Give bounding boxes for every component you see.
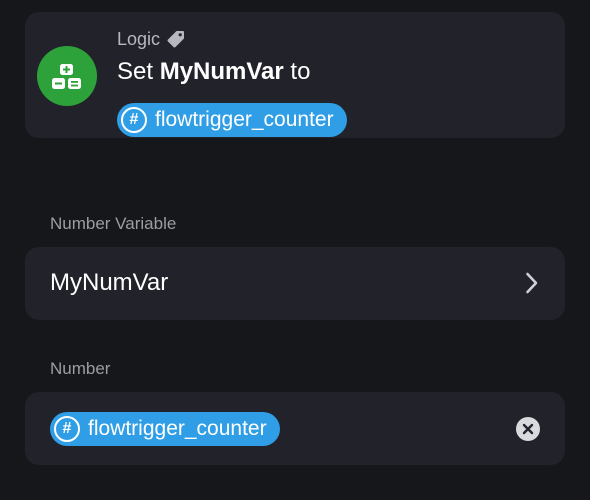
hash-icon: #	[54, 416, 80, 442]
number-token-label: flowtrigger_counter	[88, 417, 267, 440]
number-variable-selector[interactable]: MyNumVar	[25, 247, 565, 320]
number-field[interactable]: # flowtrigger_counter	[25, 392, 565, 465]
header-token-label: flowtrigger_counter	[155, 108, 334, 131]
hash-icon: #	[121, 107, 147, 133]
clear-button[interactable]	[516, 417, 540, 441]
number-token-chip[interactable]: # flowtrigger_counter	[50, 412, 280, 446]
action-title: Set MyNumVar to	[117, 57, 310, 87]
title-suffix: to	[290, 58, 311, 85]
category-row: Logic	[117, 27, 186, 51]
close-icon	[522, 423, 534, 435]
number-variable-label: Number Variable	[50, 214, 177, 233]
title-variable: MyNumVar	[159, 58, 284, 85]
number-variable-value: MyNumVar	[50, 269, 169, 296]
category-label: Logic	[117, 28, 161, 49]
chevron-right-icon	[525, 271, 539, 300]
calculator-icon	[37, 46, 97, 106]
flow-card-editor: Logic Set MyNumVar to # flowtrigger_coun…	[0, 0, 590, 500]
tag-icon	[166, 29, 186, 49]
title-prefix: Set	[117, 58, 154, 85]
action-summary-card: Logic Set MyNumVar to # flowtrigger_coun…	[25, 12, 565, 138]
header-token-chip: # flowtrigger_counter	[117, 103, 347, 137]
number-label: Number	[50, 359, 111, 378]
